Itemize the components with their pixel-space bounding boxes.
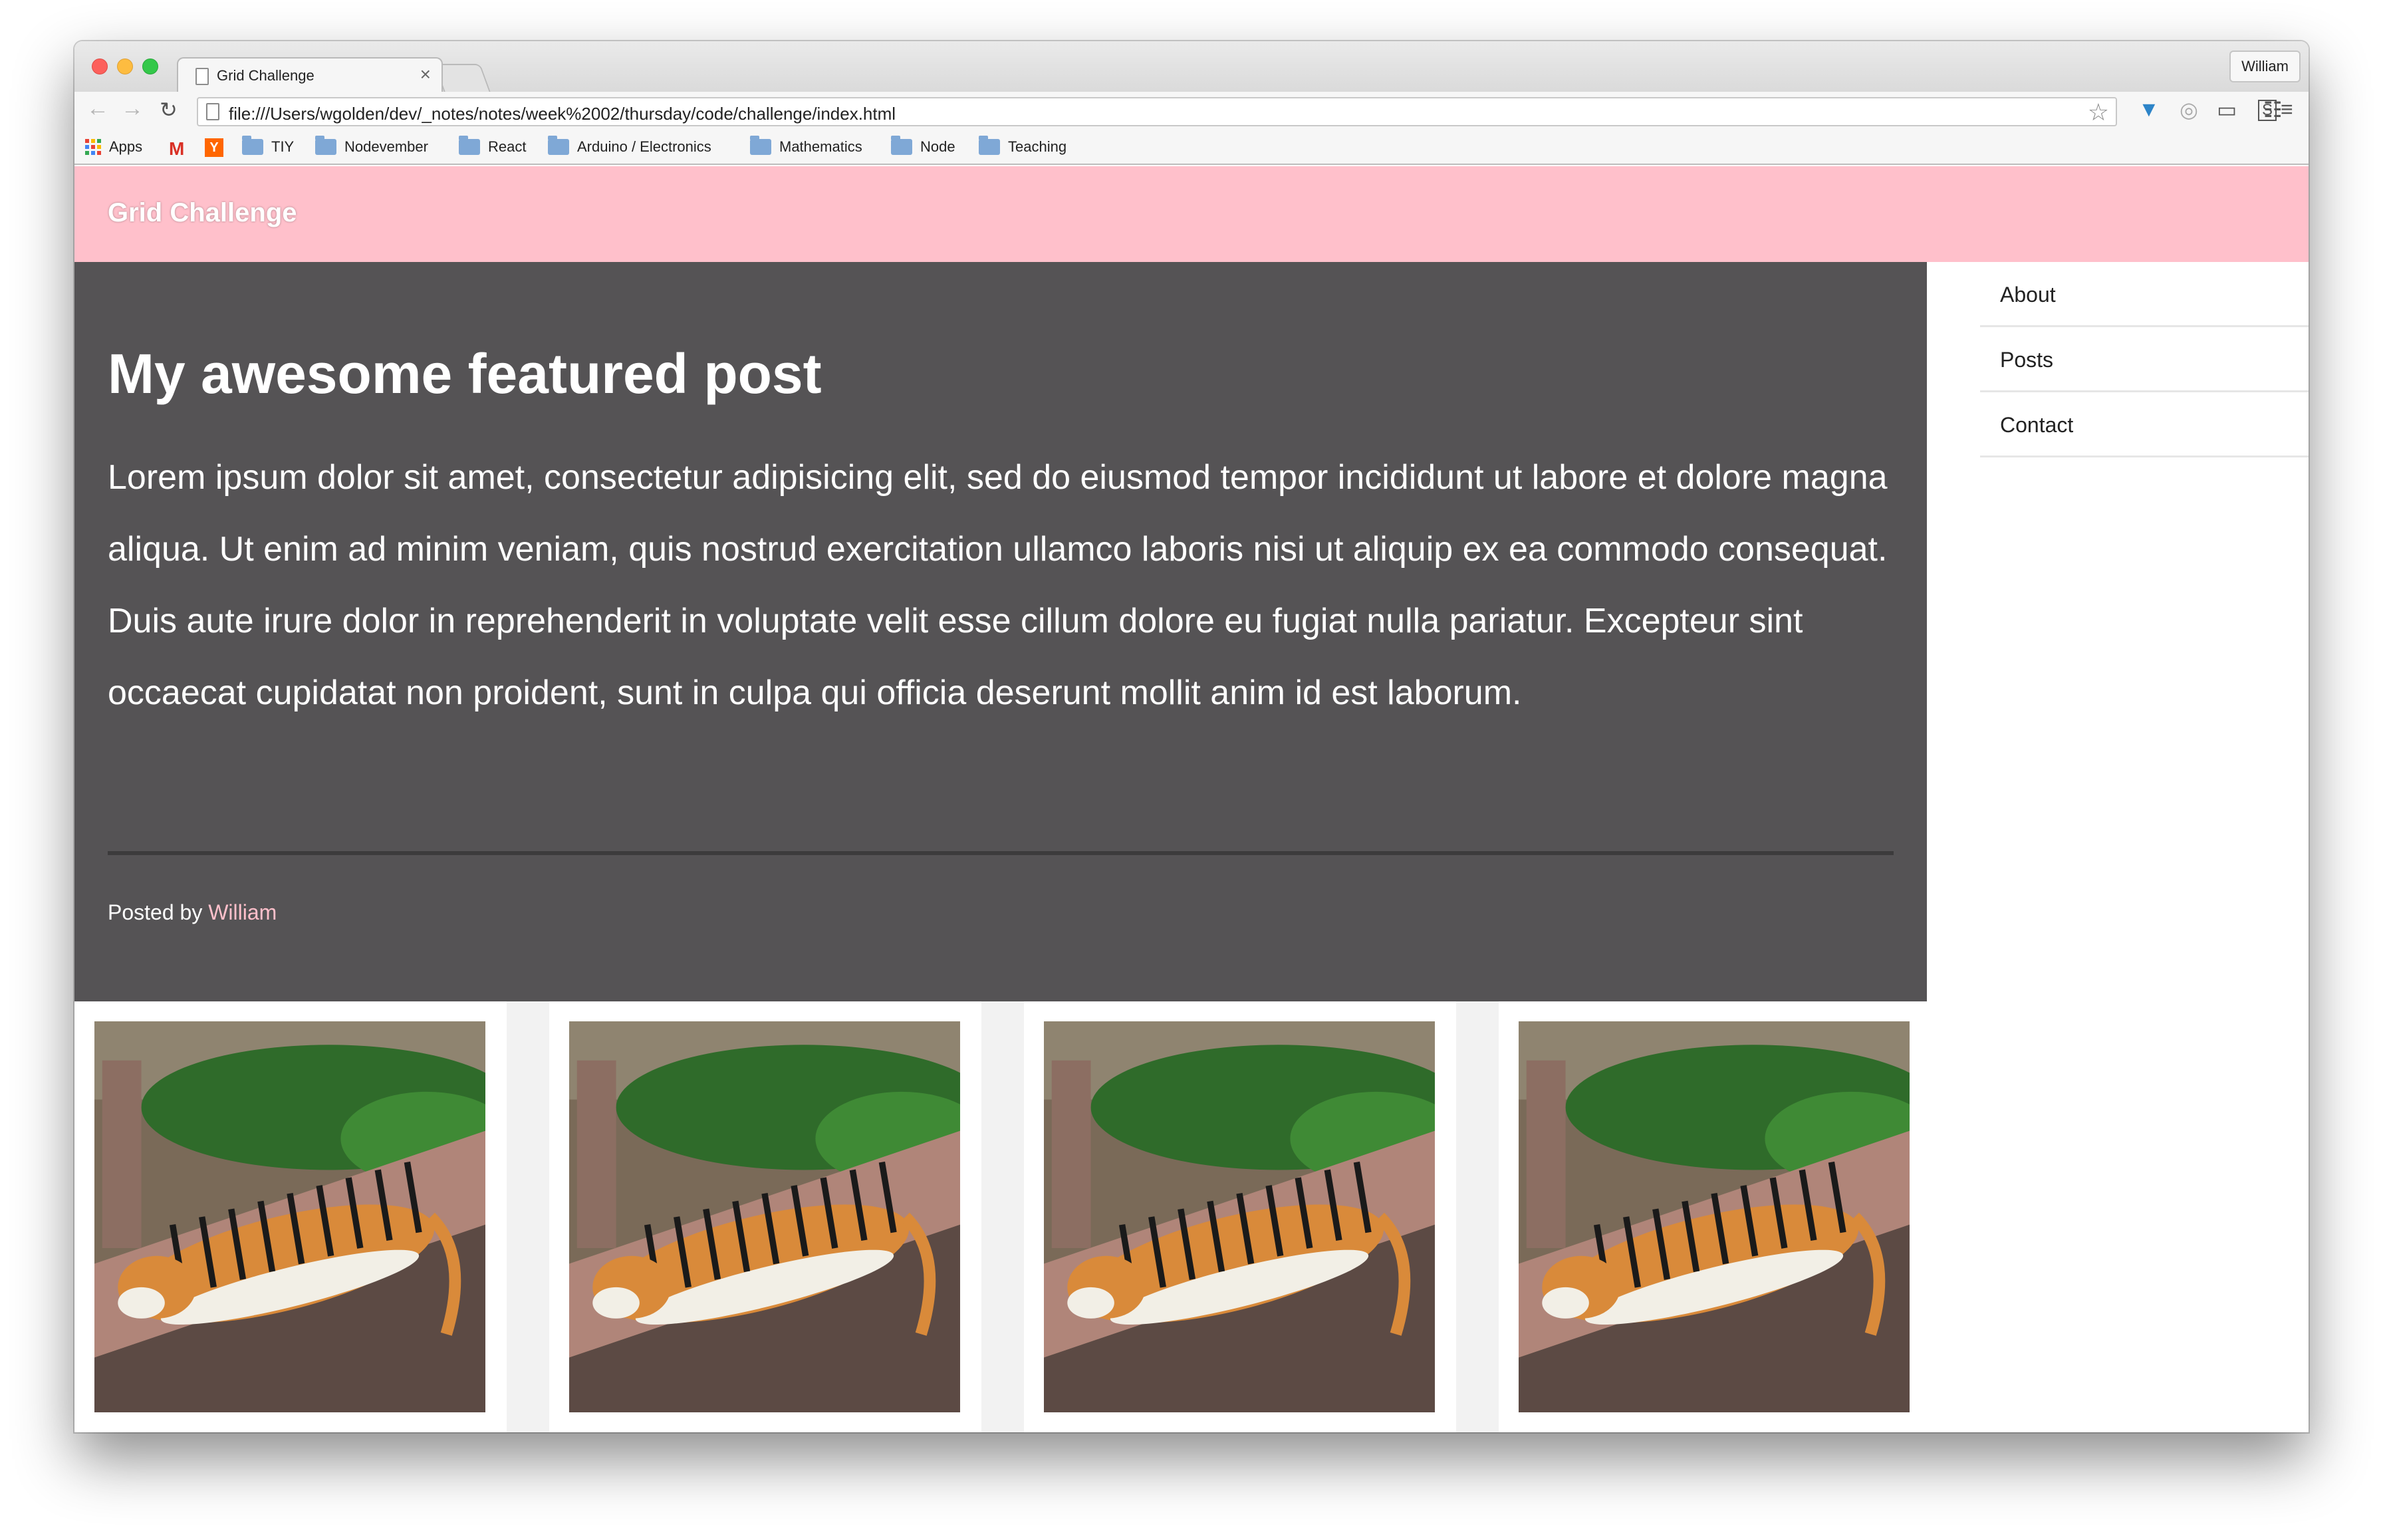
- reload-icon[interactable]: ↻: [160, 97, 178, 122]
- folder-icon: [459, 136, 480, 155]
- post-body: Lorem ipsum dolor sit amet, consectetur …: [108, 458, 1888, 712]
- title-bar: Grid Challenge × William: [74, 41, 2309, 93]
- close-window-button[interactable]: [92, 59, 108, 74]
- tiger-muzzle: [1542, 1287, 1589, 1319]
- bookmark-hacker-news[interactable]: Y: [205, 138, 223, 157]
- hacker-news-icon: Y: [205, 138, 223, 157]
- sidebar-item-label: Contact: [2000, 413, 2074, 437]
- bookmark-folder-mathematics[interactable]: Mathematics: [750, 136, 862, 156]
- folder-icon: [548, 136, 569, 155]
- tiger-photo: [94, 1021, 485, 1412]
- author-link[interactable]: William: [208, 900, 277, 924]
- folder-icon: [979, 136, 1000, 155]
- bookmark-gmail[interactable]: M: [169, 138, 184, 160]
- bookmark-folder-tiy[interactable]: TIY: [242, 136, 294, 156]
- gmail-icon: M: [169, 138, 185, 159]
- featured-post: My awesome featured post Lorem ipsum dol…: [74, 262, 1927, 1001]
- zoom-window-button[interactable]: [142, 59, 158, 74]
- tiger-muzzle: [118, 1287, 165, 1319]
- bookmark-folder-teaching[interactable]: Teaching: [979, 136, 1066, 156]
- tab-title: Grid Challenge: [217, 67, 314, 84]
- url-text: file:///Users/wgolden/dev/_notes/notes/w…: [229, 104, 896, 124]
- post-title: My awesome featured post: [108, 342, 822, 405]
- gallery-gutter: [507, 1001, 549, 1432]
- sidebar-item-posts[interactable]: Posts: [1980, 327, 2309, 392]
- sidebar-item-contact[interactable]: Contact: [1980, 392, 2309, 457]
- site-header: Grid Challenge: [74, 166, 2309, 262]
- extension-balloon-icon[interactable]: ◎: [2180, 97, 2198, 122]
- gallery-tile: [1024, 1001, 1456, 1432]
- bookmark-folder-nodevember[interactable]: Nodevember: [315, 136, 428, 156]
- sidebar-nav: About Posts Contact: [1980, 262, 2309, 457]
- forward-arrow-icon[interactable]: →: [121, 96, 144, 122]
- bookmark-star-icon[interactable]: ☆: [2088, 98, 2109, 126]
- page-icon: [195, 68, 209, 85]
- posted-by-label: Posted by: [108, 900, 203, 924]
- stone-pillar: [102, 1060, 142, 1249]
- folder-icon: [891, 136, 912, 155]
- sidebar-item-about[interactable]: About: [1980, 262, 2309, 327]
- close-tab-icon[interactable]: ×: [420, 64, 431, 85]
- tiger-muzzle: [592, 1287, 640, 1319]
- page-icon: [206, 103, 219, 120]
- apps-grid-icon: [85, 139, 101, 155]
- minimize-window-button[interactable]: [117, 59, 133, 74]
- tiger-photo: [1519, 1021, 1910, 1412]
- gallery-tile: [74, 1001, 507, 1432]
- tiger-muzzle: [1067, 1287, 1114, 1319]
- bookmark-folder-react[interactable]: React: [459, 136, 526, 156]
- tiger-photo-drawing: [569, 1021, 960, 1412]
- browser-window: Grid Challenge × William ← → ↻ file:///U…: [74, 41, 2309, 1432]
- extension-v-icon[interactable]: ▼: [2138, 97, 2160, 122]
- address-bar[interactable]: file:///Users/wgolden/dev/_notes/notes/w…: [197, 97, 2117, 126]
- gallery-gutter: [1456, 1001, 1499, 1432]
- sidebar-item-label: About: [2000, 283, 2056, 307]
- tiger-photo-drawing: [1519, 1021, 1910, 1412]
- tiger-photo: [1044, 1021, 1435, 1412]
- stone-pillar: [1526, 1060, 1566, 1249]
- back-arrow-icon[interactable]: ←: [86, 96, 109, 122]
- web-page: Grid Challenge My awesome featured post …: [74, 166, 2309, 1432]
- menu-icon[interactable]: ≡: [2281, 97, 2293, 122]
- extension-ladder-icon[interactable]: ☷: [2263, 97, 2283, 122]
- bookmark-apps[interactable]: Apps: [85, 138, 142, 156]
- gallery-tile: [1499, 1001, 1931, 1432]
- gallery-tile: [549, 1001, 981, 1432]
- profile-button[interactable]: William: [2229, 51, 2301, 82]
- bookmark-folder-node[interactable]: Node: [891, 136, 955, 156]
- tiger-photo-drawing: [1044, 1021, 1435, 1412]
- bookmark-folder-arduino[interactable]: Arduino / Electronics: [548, 136, 711, 156]
- folder-icon: [242, 136, 263, 155]
- tab-grid-challenge[interactable]: Grid Challenge ×: [177, 57, 443, 93]
- post-divider: [108, 851, 1894, 855]
- tiger-photo: [569, 1021, 960, 1412]
- post-byline: Posted by William: [108, 900, 277, 925]
- site-title[interactable]: Grid Challenge: [108, 198, 297, 228]
- tiger-photo-drawing: [94, 1021, 485, 1412]
- stone-pillar: [576, 1060, 616, 1249]
- gallery-gutter: [981, 1001, 1024, 1432]
- folder-icon: [750, 136, 771, 155]
- image-gallery: [74, 1001, 1931, 1432]
- cast-icon[interactable]: ▭: [2217, 97, 2237, 122]
- folder-icon: [315, 136, 336, 155]
- bookmarks-bar: Apps M Y TIY Nodevember React Arduino / …: [74, 130, 2309, 165]
- stone-pillar: [1051, 1060, 1091, 1249]
- sidebar-item-label: Posts: [2000, 348, 2054, 372]
- browser-toolbar: ← → ↻ file:///Users/wgolden/dev/_notes/n…: [74, 92, 2309, 130]
